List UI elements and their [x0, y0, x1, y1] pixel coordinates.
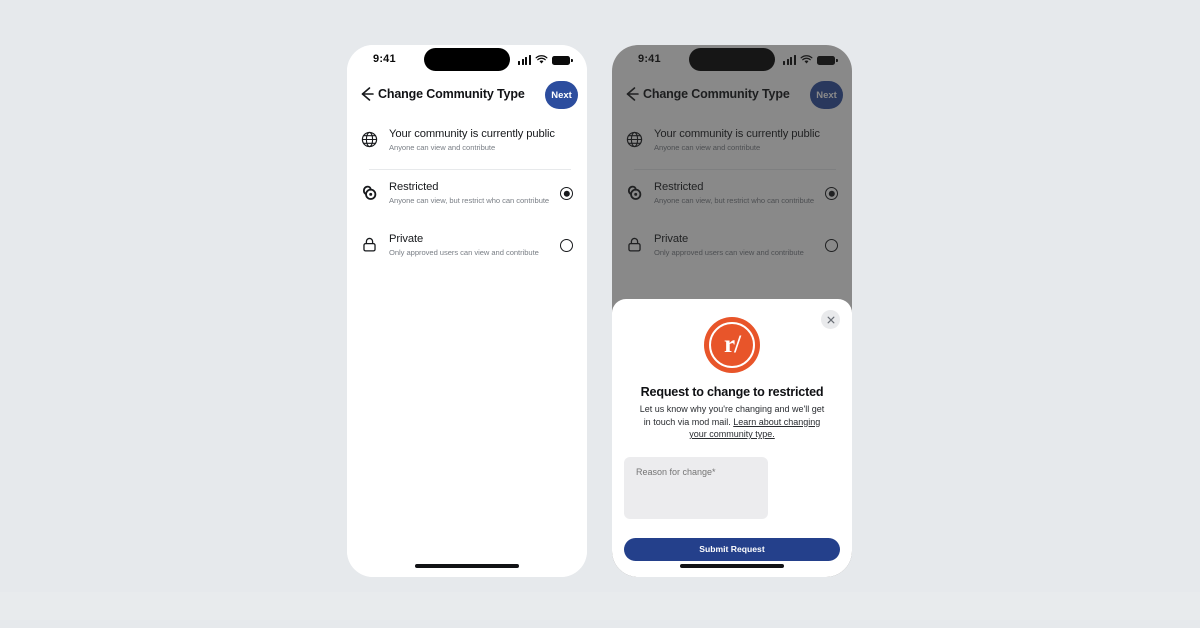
home-indicator: [415, 564, 519, 568]
restricted-icon: [363, 185, 377, 200]
page-title: Change Community Type: [378, 87, 525, 101]
radio-restricted[interactable]: [560, 187, 573, 200]
nav-bar: Change Community Type Next: [347, 75, 587, 117]
globe-icon: [361, 131, 378, 148]
close-x-glyph: [827, 316, 834, 323]
next-button[interactable]: Next: [545, 81, 578, 109]
submit-request-button[interactable]: Submit Request: [624, 537, 840, 561]
logo-glyph: r/: [723, 330, 741, 358]
community-type-options: Your community is currently public Anyon…: [347, 117, 587, 274]
radio-private[interactable]: [560, 239, 573, 252]
option-row-public[interactable]: Your community is currently public Anyon…: [347, 117, 587, 169]
status-bar: 9:41: [347, 45, 587, 75]
battery-icon: [552, 55, 573, 65]
phone-right: 9:41 Change Community Type: [612, 45, 852, 577]
option-text: Your community is currently public Anyon…: [389, 126, 573, 153]
option-subtitle: Anyone can view, but restrict who can co…: [389, 196, 550, 205]
phone-left: 9:41 Change Community Type Next Your com…: [347, 45, 587, 577]
canvas: 9:41 Change Community Type Next Your com…: [0, 0, 1200, 628]
home-indicator: [680, 564, 784, 568]
dynamic-island: [424, 48, 510, 71]
background-band: [0, 592, 1200, 620]
option-text: Private Only approved users can view and…: [389, 231, 554, 258]
option-title: Private: [389, 233, 424, 245]
screen-left: 9:41 Change Community Type Next Your com…: [347, 45, 587, 577]
lock-icon: [363, 237, 376, 252]
option-row-restricted[interactable]: Restricted Anyone can view, but restrict…: [347, 170, 587, 222]
modal-title: Request to change to restricted: [640, 385, 824, 399]
option-subtitle: Anyone can view and contribute: [389, 143, 496, 152]
option-title: Your community is currently public: [389, 128, 555, 140]
option-row-private[interactable]: Private Only approved users can view and…: [347, 222, 587, 274]
status-bar-time: 9:41: [373, 53, 396, 65]
wifi-icon: [535, 55, 548, 64]
close-icon[interactable]: [821, 310, 840, 329]
status-bar-icons: [517, 53, 573, 65]
option-title: Restricted: [389, 181, 439, 193]
back-arrow-icon[interactable]: [357, 84, 377, 104]
option-text: Restricted Anyone can view, but restrict…: [389, 179, 554, 206]
request-change-modal: r/ Request to change to restricted Let u…: [612, 299, 852, 577]
option-subtitle: Only approved users can view and contrib…: [389, 248, 539, 257]
modal-body-text: Let us know why you're changing and we'l…: [636, 403, 828, 441]
screen-right: 9:41 Change Community Type: [612, 45, 852, 577]
reddit-r-slash-logo: r/: [704, 317, 760, 373]
cellular-signal-icon: [517, 55, 531, 65]
reason-for-change-input[interactable]: [624, 456, 768, 519]
